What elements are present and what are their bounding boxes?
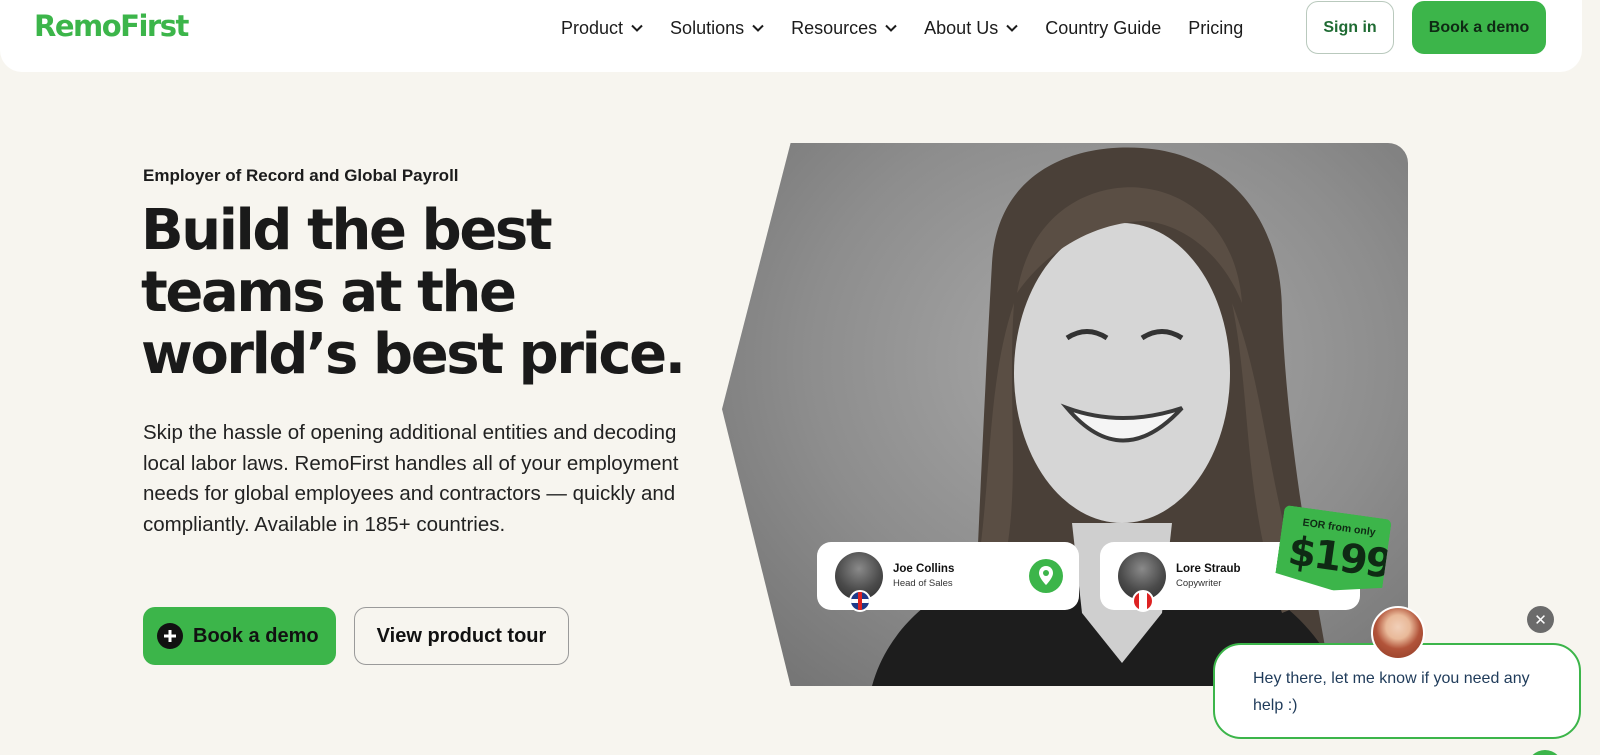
nav-item-solutions[interactable]: Solutions — [670, 18, 764, 39]
chat-launcher-button[interactable] — [1527, 750, 1563, 755]
hero-headline: Build the best teams at the world’s best… — [141, 198, 686, 387]
book-demo-nav-button[interactable]: Book a demo — [1412, 1, 1546, 54]
nav-item-label: About Us — [924, 17, 999, 38]
main-nav: Product Solutions Resources About Us Cou… — [561, 0, 1270, 56]
nav-item-label: Pricing — [1188, 17, 1244, 38]
nav-item-country-guide[interactable]: Country Guide — [1045, 18, 1161, 39]
nav-item-resources[interactable]: Resources — [791, 18, 897, 39]
view-product-tour-button[interactable]: View product tour — [354, 607, 569, 665]
chat-agent-avatar[interactable] — [1371, 606, 1425, 660]
hero-description: Skip the hassle of opening additional en… — [143, 421, 679, 536]
card-role: Copywriter — [1176, 578, 1222, 589]
book-demo-label: Book a demo — [193, 624, 319, 647]
nav-item-label: Country Guide — [1045, 17, 1162, 38]
person-card-joe-collins: Joe Collins Head of Sales — [817, 542, 1079, 612]
nav-item-product[interactable]: Product — [561, 18, 643, 39]
card-role: Head of Sales — [893, 578, 953, 589]
avatar — [835, 552, 883, 612]
chevron-down-icon — [885, 24, 897, 32]
price-badge-amount: $199 — [1285, 528, 1395, 588]
sign-in-button[interactable]: Sign in — [1306, 1, 1394, 54]
card-name: Lore Straub — [1176, 563, 1241, 575]
nav-item-label: Resources — [791, 17, 878, 38]
avatar — [1118, 552, 1166, 612]
nav-item-pricing[interactable]: Pricing — [1188, 18, 1243, 39]
chevron-down-icon — [1006, 24, 1018, 32]
nav-item-label: Product — [561, 17, 624, 38]
chat-close-button[interactable]: ✕ — [1527, 606, 1554, 633]
nav-item-about-us[interactable]: About Us — [924, 18, 1018, 39]
chevron-down-icon — [752, 24, 764, 32]
book-demo-button[interactable]: Book a demo — [143, 607, 336, 665]
chevron-down-icon — [631, 24, 643, 32]
chat-message-text: Hey there, let me know if you need any h… — [1253, 670, 1530, 714]
top-navbar: RemoFirst Product Solutions Resources Ab… — [0, 0, 1582, 72]
canada-flag-icon — [1132, 590, 1154, 612]
map-pin-icon — [1029, 559, 1063, 593]
card-name: Joe Collins — [893, 563, 955, 575]
uk-flag-icon — [849, 590, 871, 612]
hero-eyebrow: Employer of Record and Global Payroll — [143, 166, 459, 185]
nav-item-label: Solutions — [670, 17, 745, 38]
remofirst-logo[interactable]: RemoFirst — [34, 9, 189, 43]
plus-circle-icon — [157, 623, 183, 649]
